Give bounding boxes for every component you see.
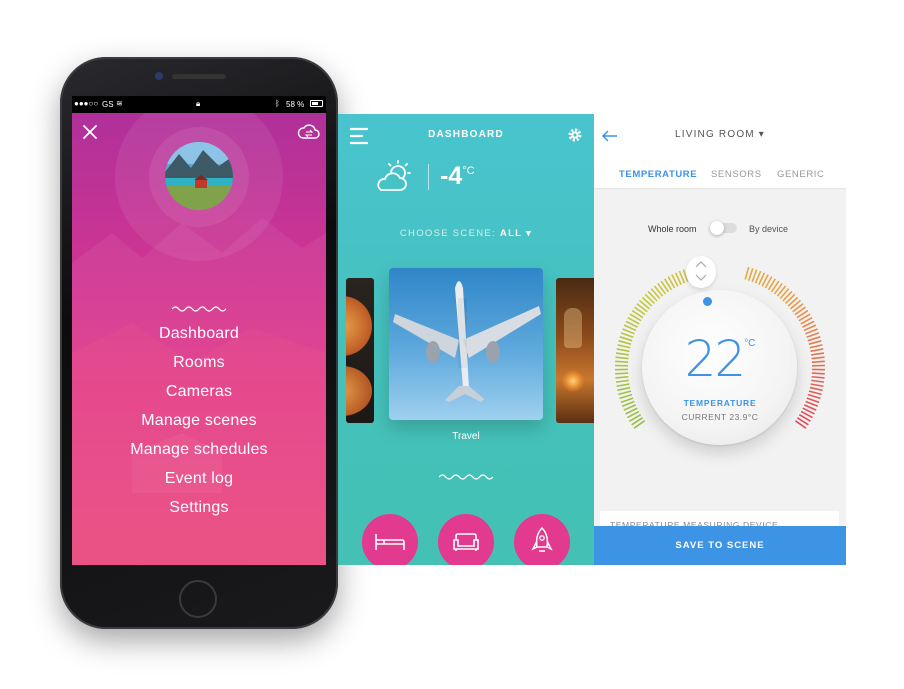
phone-speaker	[172, 74, 226, 79]
room-selector[interactable]: LIVING ROOM ▾	[594, 129, 846, 140]
save-to-scene-button[interactable]: SAVE TO SCENE	[594, 526, 846, 565]
bed-icon	[375, 534, 405, 550]
setpoint-unit: °C	[744, 338, 756, 349]
wine-glass	[564, 308, 582, 348]
partly-cloudy-icon	[377, 160, 411, 191]
rocket-icon	[531, 527, 553, 552]
candle-glow	[562, 370, 584, 392]
menu-item-cameras[interactable]: Cameras	[72, 383, 326, 401]
bluetooth-icon: ᛒ	[275, 99, 280, 108]
status-bar: ●●●○○ GS ≋ 🔒︎ ᛒ 58 %	[72, 96, 326, 113]
menu-item-event-log[interactable]: Event log	[72, 470, 326, 488]
dial-tick	[808, 390, 822, 396]
scene-filter[interactable]: CHOOSE SCENE: ALL ▾	[338, 228, 594, 239]
menu-item-manage-schedules[interactable]: Manage schedules	[72, 441, 326, 459]
scene-card-pizza[interactable]	[346, 278, 374, 423]
scene-card-travel[interactable]	[389, 268, 543, 420]
weather-divider	[428, 164, 429, 190]
wifi-icon: ≋	[116, 99, 123, 108]
outdoor-temperature: -4°C	[440, 162, 475, 191]
setpoint-number: 22	[684, 330, 747, 388]
dashboard-title: DASHBOARD	[428, 129, 504, 140]
battery-percent: 58 %	[286, 100, 305, 109]
menu-item-rooms[interactable]: Rooms	[72, 354, 326, 372]
battery-icon	[310, 100, 323, 107]
dial-tick	[744, 266, 750, 280]
menu-item-settings[interactable]: Settings	[72, 499, 326, 517]
setpoint-value: 22°C	[594, 330, 846, 388]
scene-card-dinner[interactable]	[556, 278, 594, 423]
chevron-down-icon[interactable]	[695, 274, 707, 281]
close-icon[interactable]	[82, 124, 98, 140]
signal-dots-icon: ●●●○○	[74, 99, 99, 108]
tab-temperature[interactable]: TEMPERATURE	[619, 169, 697, 180]
menu-screen: Dashboard Rooms Cameras Manage scenes Ma…	[72, 113, 326, 565]
dial-tick	[747, 267, 754, 281]
living-room-panel: LIVING ROOM ▾ TEMPERATURE SENSORS GENERI…	[594, 114, 846, 565]
home-button[interactable]	[179, 580, 217, 618]
scene-filter-label: CHOOSE SCENE:	[399, 228, 496, 239]
airplane-image	[393, 281, 541, 402]
phone-camera	[155, 72, 163, 80]
current-scene-label: Travel	[452, 431, 480, 442]
sofa-icon	[453, 533, 479, 551]
battery-level	[312, 102, 318, 105]
toggle-left-label: Whole room	[648, 224, 697, 234]
toggle-knob	[710, 221, 724, 235]
tab-sensors[interactable]: SENSORS	[711, 169, 762, 180]
tab-generic[interactable]: GENERIC	[777, 169, 824, 180]
profile-avatar[interactable]	[165, 142, 233, 210]
outdoor-temperature-value: -4	[440, 162, 463, 190]
whole-room-toggle[interactable]	[710, 221, 737, 235]
save-button-label: SAVE TO SCENE	[675, 540, 765, 551]
dial-tick	[618, 390, 632, 396]
carrier-label: GS	[102, 100, 114, 109]
menu-item-manage-scenes[interactable]: Manage scenes	[72, 412, 326, 430]
dial-label: TEMPERATURE	[683, 398, 757, 408]
living-scene-button[interactable]	[438, 514, 494, 565]
pizza-image-2	[346, 366, 372, 416]
chevron-up-icon[interactable]	[695, 261, 707, 268]
scene-filter-value: ALL ▾	[499, 228, 533, 239]
gear-icon[interactable]	[567, 127, 583, 143]
cloud-sync-icon[interactable]	[297, 123, 321, 141]
dashboard-panel: DASHBOARD -4°C CHOOSE SCENE: ALL ▾ Trave…	[338, 114, 594, 565]
bedroom-scene-button[interactable]	[362, 514, 418, 565]
wave-divider	[172, 306, 226, 312]
pizza-image	[346, 296, 372, 356]
wave-divider	[439, 474, 493, 480]
setpoint-dot	[703, 297, 712, 306]
menu-item-dashboard[interactable]: Dashboard	[72, 325, 326, 343]
toggle-right-label: By device	[749, 224, 789, 234]
current-temperature: CURRENT 23.9°C	[681, 412, 759, 422]
outdoor-temperature-unit: °C	[462, 165, 475, 177]
launch-scene-button[interactable]	[514, 514, 570, 565]
lock-icon: 🔒︎	[196, 99, 201, 108]
